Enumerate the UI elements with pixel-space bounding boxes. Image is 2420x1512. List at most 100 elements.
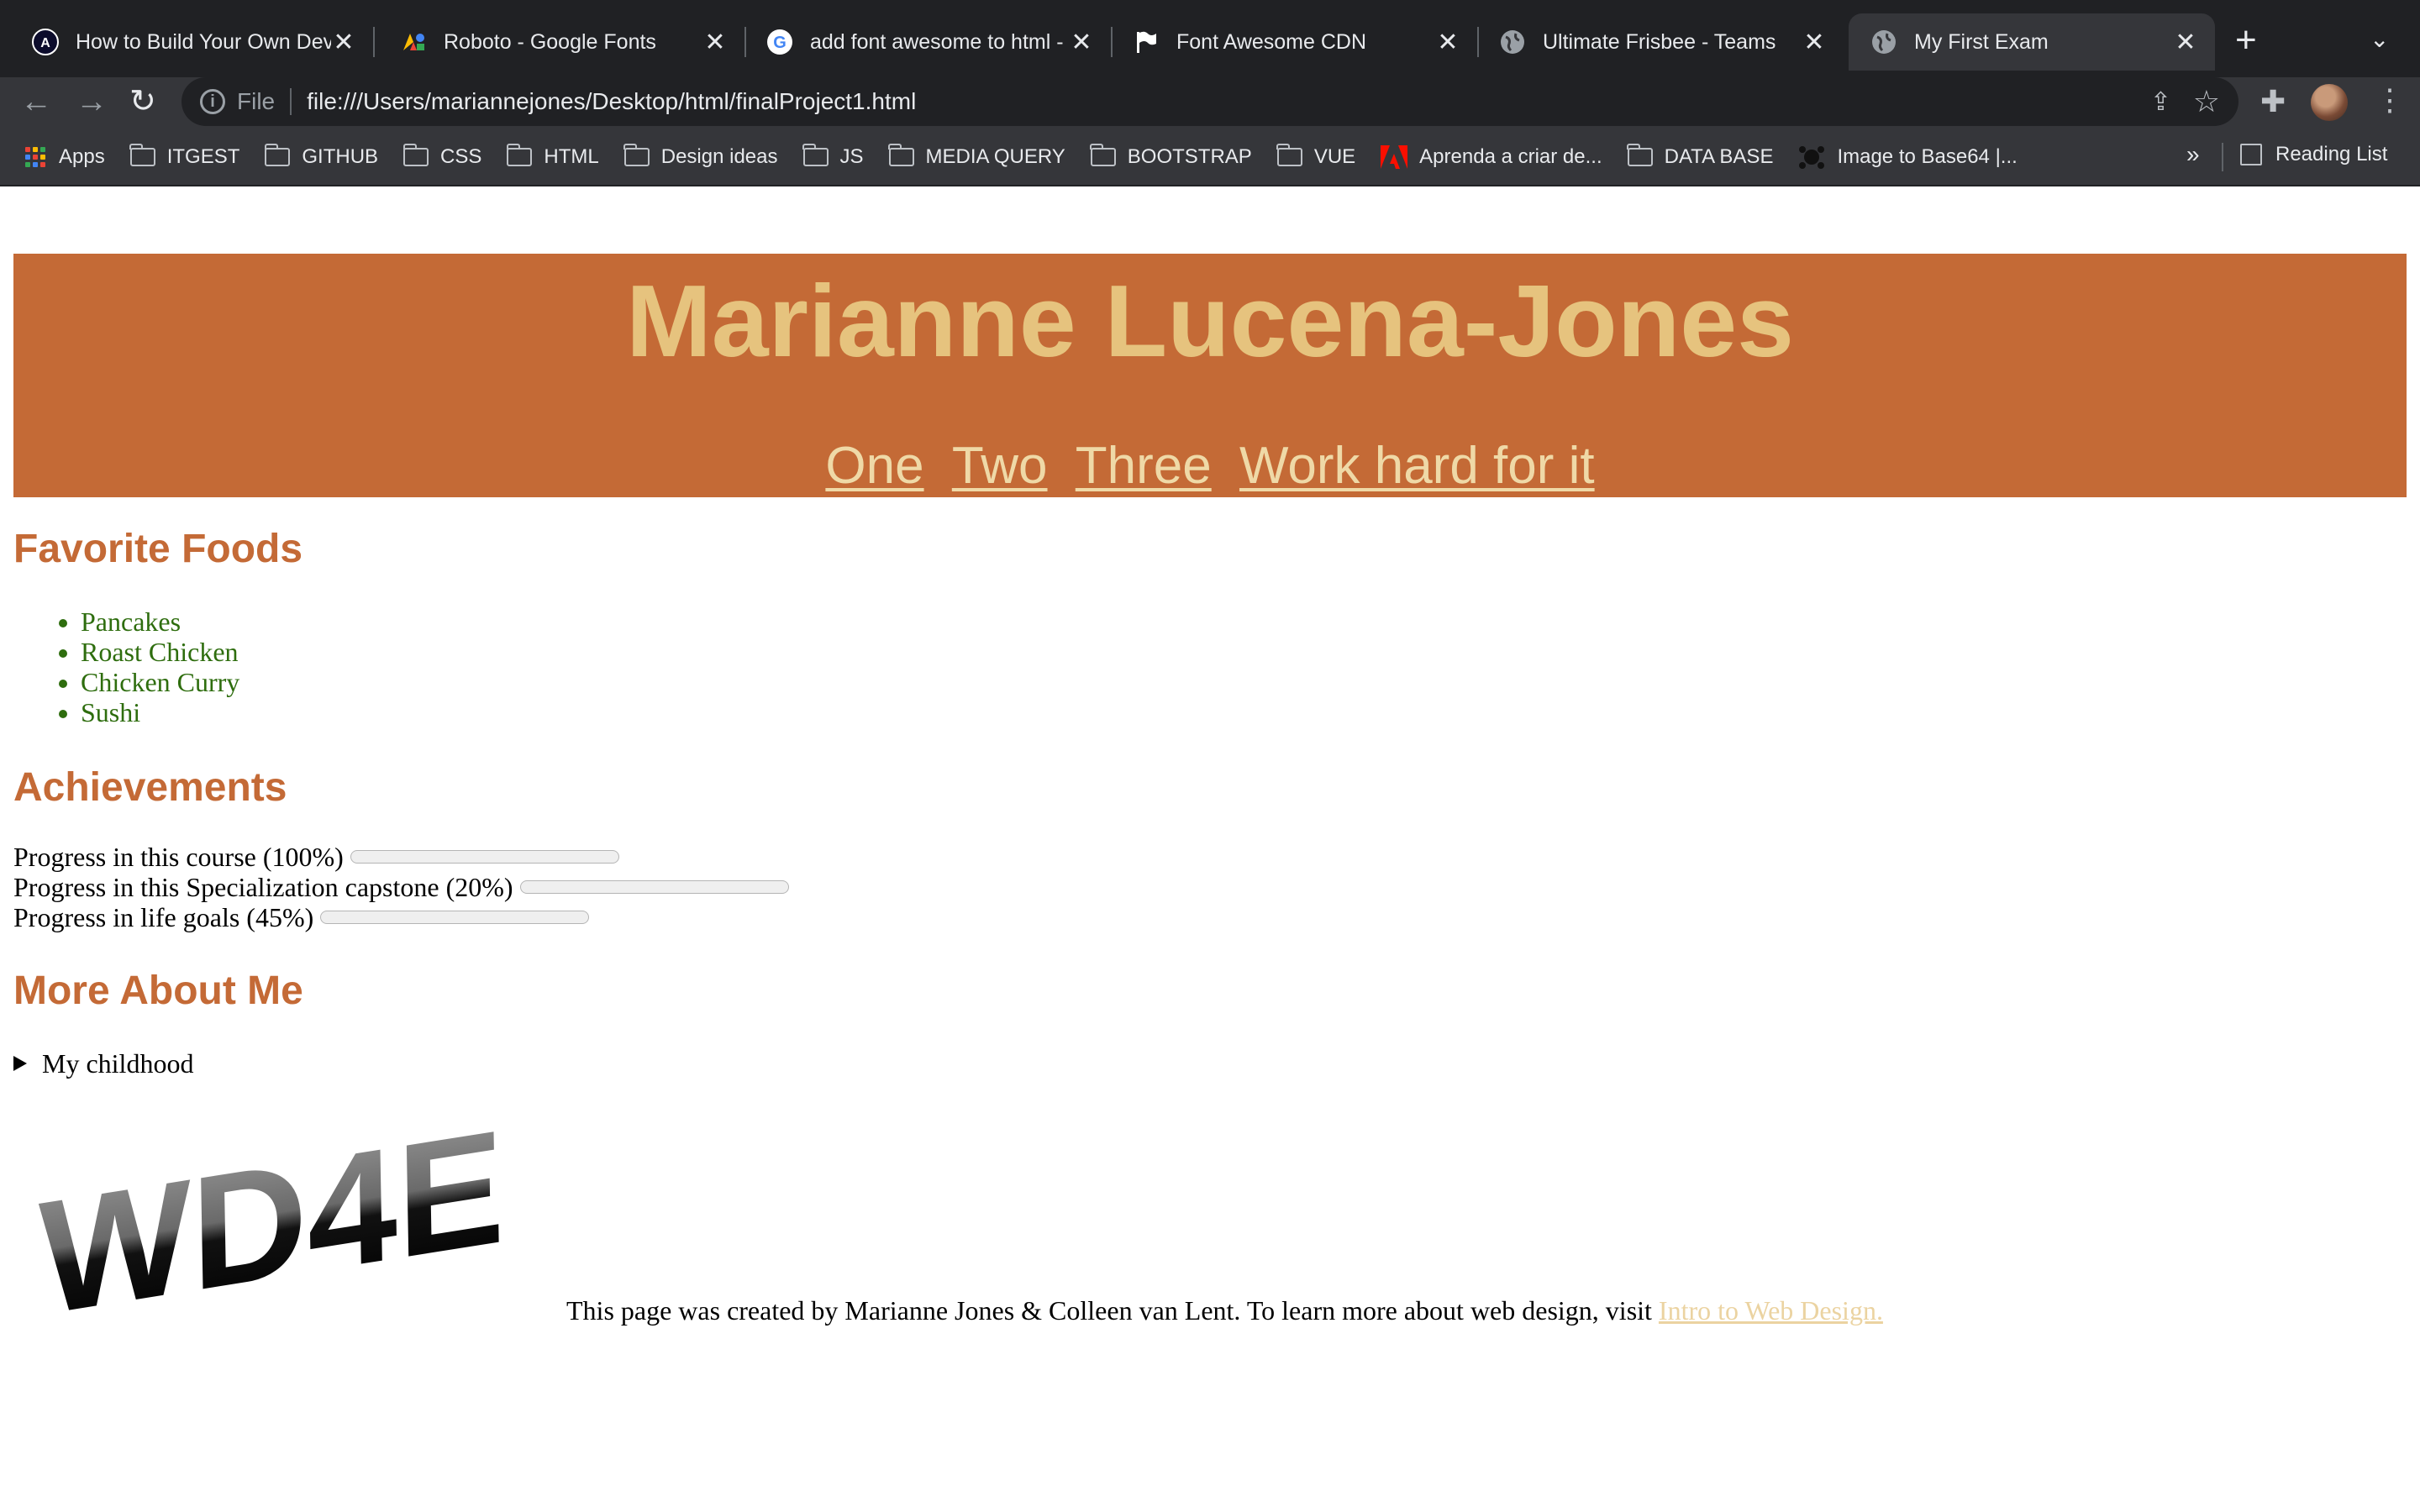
tab-font-awesome-search[interactable]: G add font awesome to html - ✕ — [744, 13, 1113, 71]
bookmark-media-query[interactable]: MEDIA QUERY — [888, 144, 1065, 169]
bookmark-itgest[interactable]: ITGEST — [129, 144, 239, 169]
puzzle-icon[interactable]: ✚ — [2260, 84, 2286, 119]
footer-text: This page was created by Marianne Jones … — [566, 1295, 1659, 1326]
bookmark-bootstrap[interactable]: BOOTSTRAP — [1090, 144, 1252, 169]
list-item: Chicken Curry — [81, 667, 239, 697]
close-icon[interactable]: ✕ — [1069, 28, 1094, 57]
bookmark-label: Image to Base64 |... — [1837, 145, 2018, 168]
browser-chrome: A How to Build Your Own Dev ✕ Roboto - G… — [0, 0, 2420, 186]
wd4e-logo: WD4E — [38, 1126, 506, 1344]
bookmark-vue[interactable]: VUE — [1276, 144, 1356, 169]
nav-link-three[interactable]: Three — [1076, 437, 1212, 495]
tab-font-awesome-cdn[interactable]: Font Awesome CDN ✕ — [1111, 13, 1479, 71]
svg-text:A: A — [40, 36, 50, 50]
bookmark-label: BOOTSTRAP — [1127, 145, 1252, 168]
bookmark-html[interactable]: HTML — [506, 144, 599, 169]
list-item: Pancakes — [81, 606, 239, 637]
tab-my-first-exam[interactable]: My First Exam ✕ — [1849, 13, 2215, 71]
tab-title: Ultimate Frisbee - Teams — [1543, 29, 1776, 54]
folder-icon — [264, 144, 291, 166]
divider — [2222, 143, 2223, 171]
close-icon[interactable]: ✕ — [1435, 28, 1460, 57]
bookmark-css[interactable]: CSS — [402, 144, 482, 169]
header-banner: Marianne Lucena-Jones One Two Three Work… — [13, 254, 2407, 497]
angular-icon: A — [32, 29, 59, 55]
childhood-details-toggle[interactable]: My childhood — [13, 1048, 193, 1079]
bookmark-design-ideas[interactable]: Design ideas — [623, 144, 778, 169]
folder-icon — [888, 144, 914, 166]
share-icon[interactable]: ⇪ — [2150, 87, 2171, 117]
close-icon[interactable]: ✕ — [702, 28, 728, 57]
bookmark-label: VUE — [1313, 145, 1356, 168]
achievement-label: Progress in life goals (45%) — [13, 902, 314, 932]
folder-icon — [1276, 144, 1302, 166]
bookmark-label: Aprenda a criar de... — [1419, 145, 1602, 168]
tab-roboto[interactable]: Roboto - Google Fonts ✕ — [378, 13, 746, 71]
list-item: Sushi — [81, 697, 239, 727]
page-title: Marianne Lucena-Jones — [626, 264, 1794, 378]
more-vert-icon[interactable]: ⋮ — [2375, 82, 2405, 118]
bookmark-label: CSS — [440, 145, 482, 168]
globe-icon — [1499, 29, 1526, 55]
bookmark-label: Apps — [59, 145, 105, 168]
close-icon[interactable]: ✕ — [1802, 28, 1827, 57]
details-summary: My childhood — [42, 1048, 194, 1079]
reading-list-label: Reading List — [2275, 143, 2388, 165]
reading-list-button[interactable]: Reading List — [2240, 143, 2387, 166]
close-icon[interactable]: ✕ — [331, 28, 356, 57]
tab-title: Font Awesome CDN — [1176, 29, 1367, 54]
flag-icon — [1133, 29, 1160, 55]
favorite-foods-heading: Favorite Foods — [13, 527, 303, 571]
bookmark-image-to-base64[interactable]: Image to Base64 |... — [1798, 144, 2018, 170]
chevron-down-icon[interactable]: ⌄ — [2370, 25, 2389, 53]
bookmark-label: DATA BASE — [1664, 145, 1774, 168]
folder-icon — [1090, 144, 1116, 166]
bookmark-data-base[interactable]: DATA BASE — [1627, 144, 1774, 169]
bookmark-label: Design ideas — [660, 145, 778, 168]
address-bar[interactable]: i File file:///Users/mariannejones/Deskt… — [182, 77, 2238, 126]
page-content: Marianne Lucena-Jones One Two Three Work… — [0, 186, 2420, 1512]
close-icon[interactable]: ✕ — [2173, 28, 2198, 57]
bookmarks-overflow-button[interactable]: » — [2186, 141, 2200, 168]
folder-icon — [129, 144, 155, 166]
forward-arrow-icon[interactable]: → — [76, 84, 108, 119]
footer-link[interactable]: Intro to Web Design. — [1659, 1295, 1883, 1326]
star-icon[interactable]: ☆ — [2193, 84, 2220, 119]
tab-dev-build[interactable]: A How to Build Your Own Dev ✕ — [10, 13, 375, 71]
nav-link-work-hard[interactable]: Work hard for it — [1239, 437, 1595, 495]
base64-icon — [1798, 144, 1825, 170]
tab-frisbee[interactable]: Ultimate Frisbee - Teams ✕ — [1477, 13, 1844, 71]
folder-icon — [402, 144, 429, 166]
adobe-icon — [1381, 145, 1408, 169]
tab-title: My First Exam — [1914, 29, 2049, 54]
achievement-row: Progress in life goals (45%) — [13, 902, 789, 932]
tab-strip: A How to Build Your Own Dev ✕ Roboto - G… — [0, 0, 2420, 77]
google-icon: G — [766, 29, 793, 55]
scheme-label: File — [237, 88, 276, 114]
progress-bar — [320, 911, 590, 924]
url-text[interactable]: file:///Users/mariannejones/Desktop/html… — [307, 88, 916, 115]
bookmark-github[interactable]: GITHUB — [264, 144, 378, 169]
tab-title: add font awesome to html - — [810, 29, 1064, 54]
progress-bar — [519, 880, 789, 894]
favorite-foods-list: Pancakes Roast Chicken Chicken Curry Sus… — [13, 606, 239, 727]
nav-link-one[interactable]: One — [825, 437, 923, 495]
new-tab-button[interactable]: + — [2235, 22, 2257, 59]
bookmark-label: HTML — [544, 145, 599, 168]
achievements-list: Progress in this course (100%) Progress … — [13, 842, 789, 932]
folder-icon — [1627, 144, 1653, 166]
bookmark-adobe[interactable]: Aprenda a criar de... — [1381, 145, 1602, 169]
toolbar: ← → ↻ i File file:///Users/mariannejones… — [0, 77, 2420, 126]
info-icon[interactable]: i — [200, 89, 225, 114]
bookmark-apps[interactable]: Apps — [25, 145, 105, 169]
folder-icon — [506, 144, 533, 166]
achievement-row: Progress in this course (100%) — [13, 842, 789, 872]
footer: This page was created by Marianne Jones … — [566, 1294, 1883, 1327]
back-arrow-icon[interactable]: ← — [20, 84, 52, 119]
bookmark-js[interactable]: JS — [802, 144, 864, 169]
nav-link-two[interactable]: Two — [952, 437, 1048, 495]
folder-icon — [802, 144, 829, 166]
reload-icon[interactable]: ↻ — [129, 84, 156, 119]
avatar[interactable] — [2311, 84, 2348, 121]
achievement-label: Progress in this course (100%) — [13, 842, 344, 872]
